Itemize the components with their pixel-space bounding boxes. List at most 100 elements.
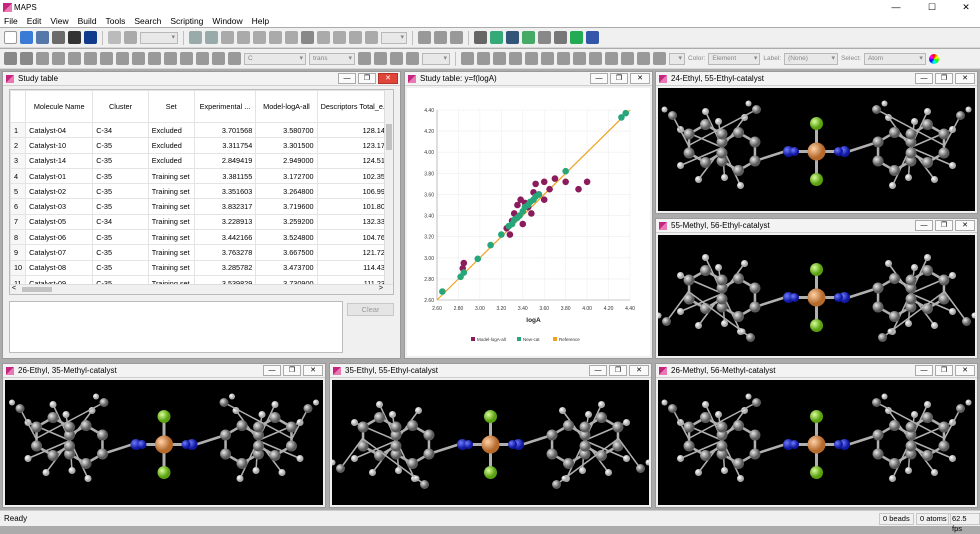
table-row[interactable]: 1 Catalyst-04 C-34 Excluded 3.701568 3.580700… bbox=[10, 121, 393, 139]
view-x-icon[interactable] bbox=[269, 31, 282, 44]
select-y-icon[interactable] bbox=[557, 52, 570, 65]
table-cell[interactable]: 3.832317 bbox=[193, 198, 257, 215]
fragment-icon[interactable] bbox=[68, 52, 81, 65]
table-row[interactable]: 2 Catalyst-10 C-35 Excluded 3.311754 3.301500… bbox=[10, 137, 393, 154]
table-cell[interactable]: C-35 bbox=[92, 137, 149, 154]
column-header[interactable]: Descriptors Total_e... bbox=[316, 90, 393, 123]
panel-minimize-button[interactable]: — bbox=[590, 73, 608, 84]
print-icon[interactable] bbox=[68, 31, 81, 44]
select-zoom-icon[interactable] bbox=[493, 52, 506, 65]
table-cell[interactable]: 121.723 bbox=[316, 244, 393, 261]
isomer-select[interactable]: trans bbox=[309, 52, 355, 65]
table-cell[interactable]: Catalyst-01 bbox=[25, 167, 94, 185]
table-cell[interactable]: Training set bbox=[147, 167, 195, 185]
menu-help[interactable]: Help bbox=[248, 16, 274, 26]
table-cell[interactable]: 3.473700 bbox=[255, 259, 318, 276]
molecule-3d-view[interactable] bbox=[329, 380, 652, 505]
table-row[interactable]: 8 Catalyst-06 C-35 Training set 3.442166 3.52… bbox=[10, 229, 393, 246]
table-cell[interactable]: Catalyst-10 bbox=[25, 137, 94, 154]
minimize-button[interactable]: — bbox=[884, 0, 908, 14]
menu-edit[interactable]: Edit bbox=[23, 16, 47, 26]
table-cell[interactable]: 3.311754 bbox=[193, 137, 257, 154]
table-cell[interactable]: 7 bbox=[10, 213, 27, 231]
table-cell[interactable]: 106.992 bbox=[316, 183, 393, 200]
graph-icon[interactable] bbox=[317, 31, 330, 44]
notes-textarea[interactable] bbox=[9, 301, 343, 353]
select-x-icon[interactable] bbox=[541, 52, 554, 65]
angle-icon[interactable] bbox=[390, 52, 403, 65]
column-header[interactable]: Experimental ... bbox=[193, 90, 257, 123]
table-cell[interactable]: 3.301500 bbox=[255, 137, 318, 154]
panel-restore-button[interactable]: ❐ bbox=[935, 73, 953, 84]
column-header[interactable]: Model-logA-all bbox=[255, 90, 318, 123]
menu-file[interactable]: File bbox=[0, 16, 23, 26]
dihedral-icon[interactable] bbox=[374, 52, 387, 65]
menu-window[interactable]: Window bbox=[208, 16, 247, 26]
distance-icon[interactable] bbox=[406, 52, 419, 65]
clean-icon[interactable] bbox=[132, 52, 145, 65]
table-cell[interactable]: C-35 bbox=[92, 259, 149, 276]
table-cell[interactable]: 104.769 bbox=[316, 229, 393, 246]
table-row[interactable]: 5 Catalyst-02 C-35 Training set 3.351603 3.26… bbox=[10, 183, 393, 200]
mode-select[interactable] bbox=[669, 52, 685, 65]
step-forward-icon[interactable] bbox=[365, 31, 378, 44]
panel-close-button[interactable]: ✕ bbox=[378, 73, 398, 84]
molecule-render[interactable] bbox=[329, 380, 652, 505]
table-cell[interactable]: C-35 bbox=[92, 244, 149, 261]
element-select[interactable]: C bbox=[244, 52, 306, 65]
select-move-icon[interactable] bbox=[477, 52, 490, 65]
molecule-3d-view[interactable] bbox=[658, 88, 975, 211]
table-cell[interactable]: 3.524800 bbox=[255, 229, 318, 246]
table-cell[interactable]: 8 bbox=[10, 229, 27, 246]
select-center-icon[interactable] bbox=[525, 52, 538, 65]
fit-icon[interactable] bbox=[237, 31, 250, 44]
abc-label-icon[interactable] bbox=[301, 31, 314, 44]
table-cell[interactable]: Catalyst-03 bbox=[25, 198, 94, 215]
table-cell[interactable]: 3 bbox=[10, 152, 27, 169]
table-cell[interactable]: C-35 bbox=[92, 229, 149, 246]
table-cell[interactable]: 3.285782 bbox=[193, 259, 257, 276]
table-cell[interactable]: Training set bbox=[147, 244, 195, 261]
table-cell[interactable]: 1 bbox=[10, 121, 27, 139]
report-icon[interactable] bbox=[586, 31, 599, 44]
panel-restore-button[interactable]: ❐ bbox=[935, 365, 953, 376]
table-cell[interactable]: 3.667500 bbox=[255, 244, 318, 261]
molecule-3d-view[interactable] bbox=[658, 380, 975, 505]
merge-icon[interactable] bbox=[180, 52, 193, 65]
panel-restore-button[interactable]: ❐ bbox=[935, 220, 953, 231]
step-back-icon[interactable] bbox=[333, 31, 346, 44]
molecule-3d-view[interactable] bbox=[655, 235, 978, 356]
table-cell[interactable]: C-35 bbox=[92, 167, 149, 185]
color-select[interactable]: Element bbox=[708, 52, 761, 65]
table-cell[interactable]: Excluded bbox=[147, 152, 195, 169]
unlink-icon[interactable] bbox=[116, 52, 129, 65]
measure-icon[interactable] bbox=[124, 31, 137, 44]
table-cell[interactable]: 128.148 bbox=[316, 121, 393, 139]
new-file-icon[interactable] bbox=[4, 31, 17, 44]
table-cell[interactable]: 3.442166 bbox=[193, 229, 257, 246]
menu-search[interactable]: Search bbox=[130, 16, 166, 26]
minimize-structure-icon[interactable] bbox=[148, 52, 161, 65]
input-box[interactable] bbox=[140, 31, 178, 44]
select-u-icon[interactable] bbox=[621, 52, 634, 65]
panel-minimize-button[interactable]: — bbox=[263, 365, 281, 376]
bond-select[interactable] bbox=[422, 52, 450, 65]
table-cell[interactable]: Catalyst-04 bbox=[25, 121, 94, 139]
table-cell[interactable]: Catalyst-14 bbox=[25, 152, 94, 169]
panel-close-button[interactable]: ✕ bbox=[630, 73, 650, 84]
select-z-icon[interactable] bbox=[573, 52, 586, 65]
panel-minimize-button[interactable]: — bbox=[338, 73, 356, 84]
menu-view[interactable]: View bbox=[46, 16, 73, 26]
column-header[interactable]: Set bbox=[147, 90, 195, 123]
scatter-plot[interactable]: 2.60 2.80 3.00 3.20 3.40 3.60 3.80 4.00 4.20 4.40… bbox=[407, 88, 650, 356]
column-header[interactable]: Cluster bbox=[92, 90, 149, 123]
select-w-icon[interactable] bbox=[589, 52, 602, 65]
panel-close-button[interactable]: ✕ bbox=[955, 365, 975, 376]
molecule-render[interactable] bbox=[5, 380, 323, 505]
table-row[interactable]: 9 Catalyst-07 C-35 Training set 3.763278 3.66… bbox=[10, 244, 393, 261]
tools-icon[interactable] bbox=[538, 31, 551, 44]
clear-button[interactable]: Clear bbox=[347, 303, 394, 316]
table-cell[interactable]: 3.719600 bbox=[255, 198, 318, 215]
table-cell[interactable]: 2.949000 bbox=[255, 152, 318, 169]
table-cell[interactable]: 2.849419 bbox=[193, 152, 257, 169]
